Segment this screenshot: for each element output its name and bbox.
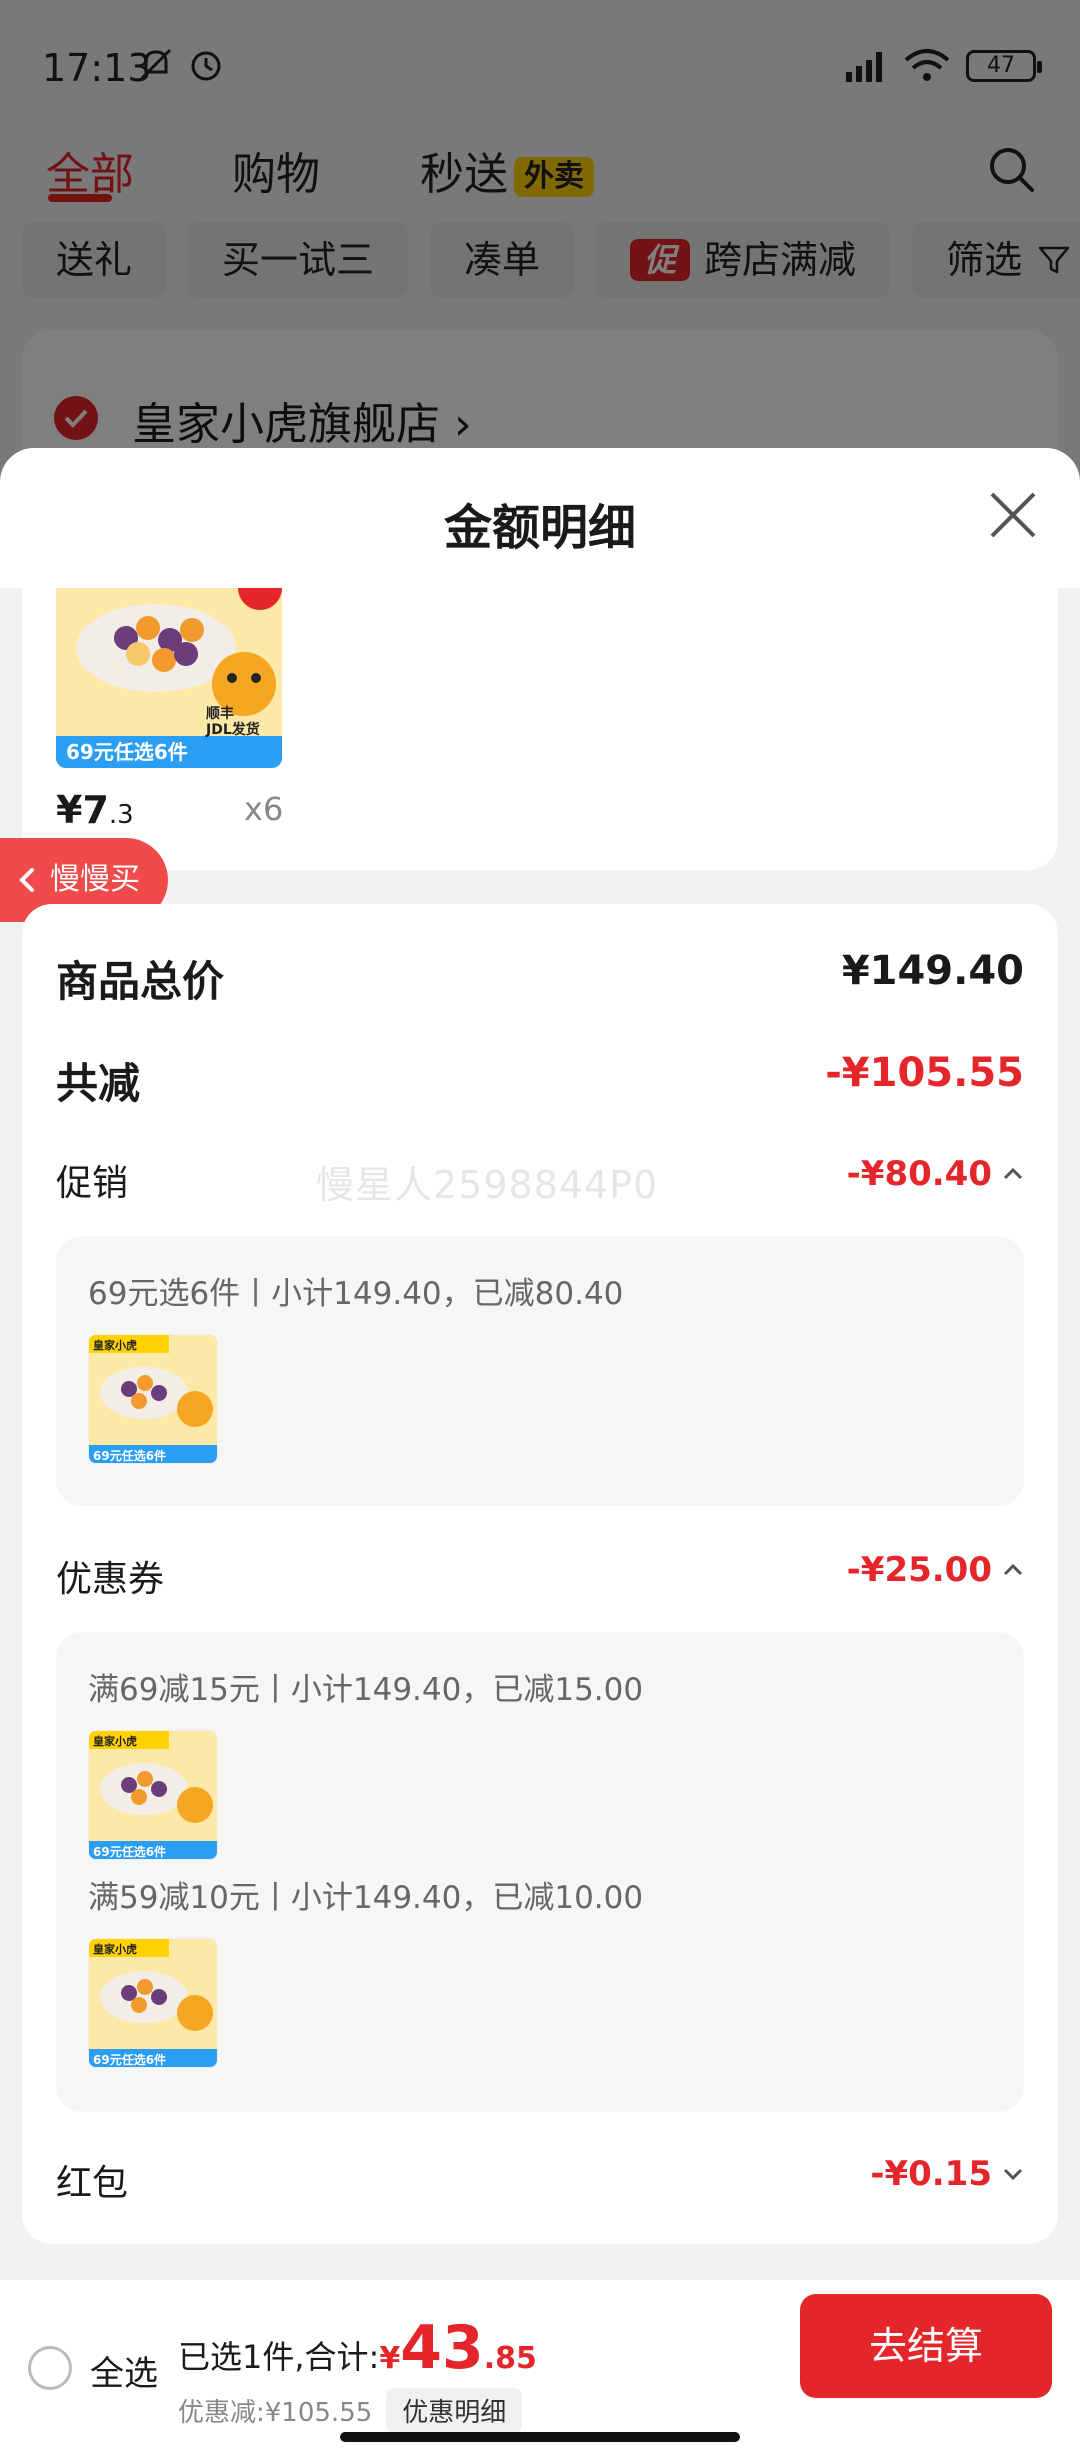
red-packet-value-text: -¥0.15	[870, 2154, 992, 2194]
mini-thumb-tag: 69元任选6件	[93, 1844, 166, 1859]
sheet-title: 金额明细	[443, 500, 636, 556]
red-packet-value: -¥0.15	[870, 2154, 1024, 2194]
selected-prefix: 已选1件,合计:	[178, 2338, 380, 2376]
total-value: ¥149.40	[841, 948, 1024, 994]
product-qty: x6	[244, 790, 284, 828]
select-all-label[interactable]: 全选	[90, 2346, 158, 2395]
product-image[interactable]: 69元任选6件 顺丰 JDL发货	[56, 588, 282, 768]
promotion-detail-line: 69元选6件丨小计149.40，已减80.40	[88, 1276, 624, 1312]
select-all-radio[interactable]	[28, 2346, 72, 2390]
mini-thumb-graphic: 皇家小虎 69元任选6件	[89, 1731, 217, 1859]
mini-thumb-brand: 皇家小虎	[93, 1734, 137, 1748]
close-icon[interactable]	[986, 488, 1040, 542]
thumb-sf-text: 顺丰	[206, 705, 234, 722]
total-int: 43	[400, 2313, 484, 2383]
red-packet-label: 红包	[56, 2163, 129, 2204]
promotion-label: 促销	[56, 1163, 129, 1204]
coupon-product-thumb-2[interactable]: 皇家小虎 69元任选6件	[88, 1938, 218, 2068]
mini-thumb-brand: 皇家小虎	[93, 1942, 137, 1956]
total-yen: ¥	[379, 2341, 401, 2376]
chevron-down-icon	[1003, 2168, 1023, 2181]
amount-detail-sheet: 金额明细 69元任选6件 顺丰 JDL发货 ¥7.3 x6 慢慢买 商品总价 ¥…	[0, 448, 1080, 2460]
coupon-detail-line-2: 满59减10元丨小计149.40，已减10.00	[88, 1880, 644, 1916]
chevron-up-icon	[1003, 1563, 1023, 1576]
total-label: 商品总价	[56, 957, 225, 1006]
coupon-detail-box: 满69减15元丨小计149.40，已减15.00 皇家小虎 69元任选6件 满59…	[56, 1632, 1024, 2112]
product-card: 69元任选6件 顺丰 JDL发货 ¥7.3 x6	[22, 588, 1058, 870]
mini-thumb-graphic: 皇家小虎 69元任选6件	[89, 1939, 217, 2067]
total-line: 已选1件,合计: ¥ 43 .85	[178, 2318, 537, 2378]
product-price-dec: .3	[108, 800, 134, 830]
mini-thumb-tag: 69元任选6件	[93, 2052, 166, 2067]
watermark-text: 慢星人2598844P0	[316, 1163, 659, 1207]
coupon-value-text: -¥25.00	[846, 1550, 992, 1590]
mini-thumb-tag: 69元任选6件	[93, 1448, 166, 1463]
chevron-up-icon	[1003, 1167, 1023, 1180]
reduced-value: -¥105.55	[825, 1050, 1024, 1096]
slow-buy-label: 慢慢买	[50, 862, 140, 897]
product-price: ¥7.3	[56, 788, 134, 832]
reduced-label: 共减	[56, 1059, 141, 1108]
product-image-graphic: 69元任选6件 顺丰 JDL发货	[56, 588, 282, 768]
total-dec: .85	[483, 2341, 537, 2376]
mini-thumb-brand: 皇家小虎	[93, 1338, 137, 1352]
row-total: 商品总价 ¥149.40	[56, 948, 1024, 1008]
chevron-left-icon	[19, 868, 34, 892]
checkout-button[interactable]: 去结算	[800, 2294, 1052, 2398]
promotion-value: -¥80.40	[847, 1154, 1024, 1194]
home-indicator	[340, 2432, 740, 2442]
row-red-packet[interactable]: 红包 -¥0.15	[56, 2154, 1024, 2210]
thumb-jdl-text: JDL发货	[205, 721, 260, 738]
discount-detail-button[interactable]: 优惠明细	[386, 2388, 523, 2433]
mini-thumb-graphic: 皇家小虎 69元任选6件	[89, 1335, 217, 1463]
sheet-header: 金额明细	[0, 448, 1080, 588]
promotion-detail-box: 69元选6件丨小计149.40，已减80.40 皇家小虎 69元任选6件	[56, 1236, 1024, 1506]
thumb-tag-text: 69元任选6件	[66, 740, 188, 764]
coupon-product-thumb-1[interactable]: 皇家小虎 69元任选6件	[88, 1730, 218, 1860]
row-reduced: 共减 -¥105.55	[56, 1050, 1024, 1110]
coupon-detail-line-1: 满69减15元丨小计149.40，已减15.00	[88, 1672, 644, 1708]
promotion-product-thumb[interactable]: 皇家小虎 69元任选6件	[88, 1334, 218, 1464]
amount-detail-card: 商品总价 ¥149.40 共减 -¥105.55 促销 -¥80.40 69元选…	[22, 904, 1058, 2244]
product-price-int: ¥7	[56, 788, 109, 832]
discount-line: 优惠减:¥105.55 优惠明细	[178, 2388, 523, 2433]
coupon-label: 优惠券	[56, 1559, 165, 1600]
row-coupon[interactable]: 优惠券 -¥25.00	[56, 1550, 1024, 1606]
promotion-value-text: -¥80.40	[846, 1154, 992, 1194]
coupon-value: -¥25.00	[847, 1550, 1024, 1590]
discount-text: 优惠减:¥105.55	[178, 2398, 373, 2428]
